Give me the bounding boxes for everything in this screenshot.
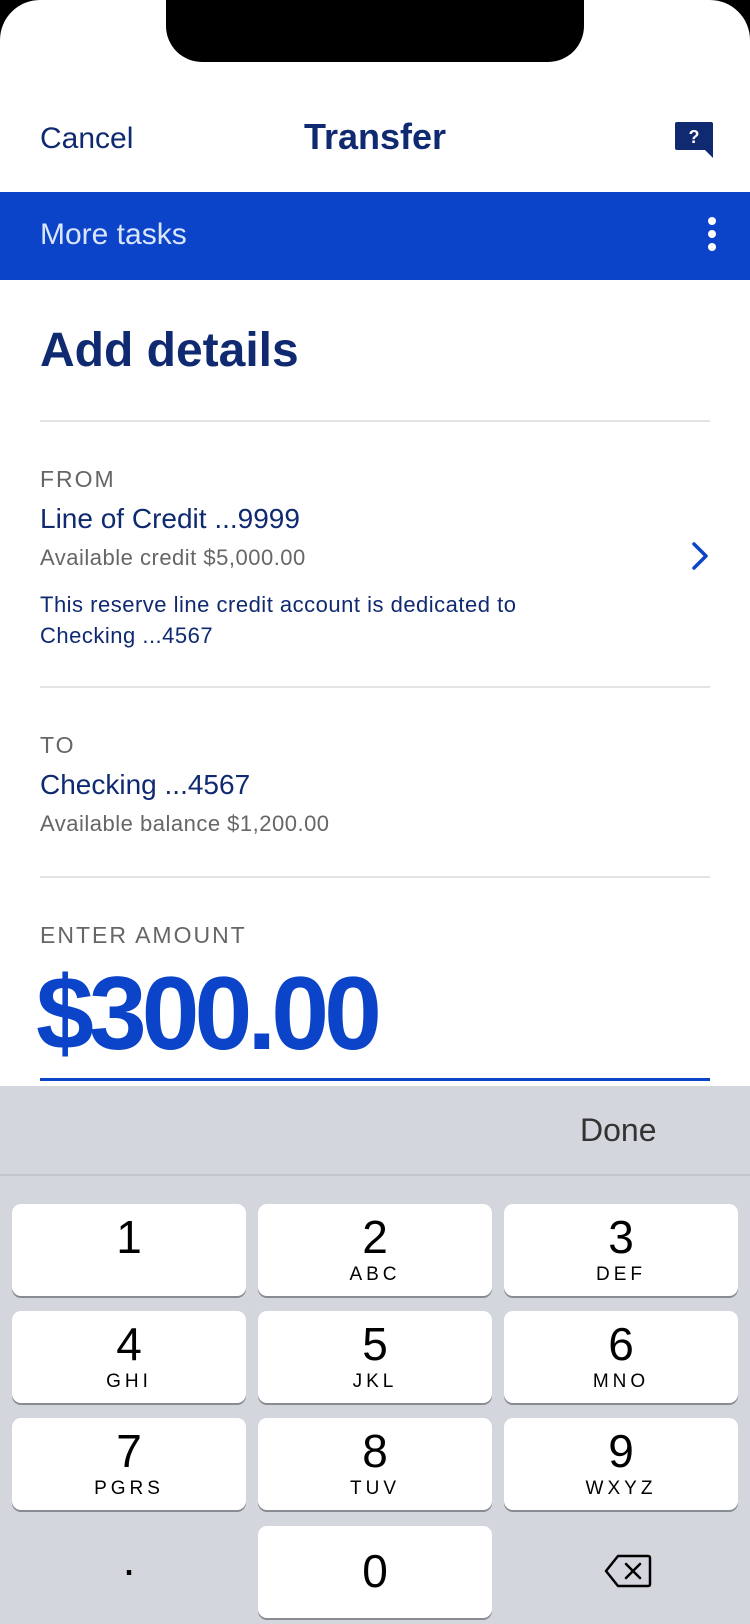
key-letters: ABC (349, 1264, 401, 1285)
page-title: Transfer (303, 116, 447, 157)
key-digit: 2 (362, 1211, 388, 1263)
key-digit: 5 (362, 1318, 388, 1370)
key-5[interactable]: 5 JKL (258, 1311, 492, 1403)
to-caption: TO (40, 732, 76, 758)
key-4[interactable]: 4 GHI (12, 1311, 246, 1403)
from-account-section[interactable]: FROM Line of Credit ...9999 Available cr… (40, 466, 710, 651)
amount-underline (40, 1078, 710, 1081)
key-letters: DEF (596, 1264, 646, 1285)
key-digit: 4 (116, 1318, 142, 1370)
amount-caption: ENTER AMOUNT (40, 922, 247, 948)
svg-text:?: ? (689, 127, 700, 147)
from-account-name: Line of Credit ...9999 (40, 503, 300, 534)
key-letters: PGRS (94, 1478, 164, 1499)
key-1[interactable]: 1 (12, 1204, 246, 1296)
to-account-section[interactable]: TO Checking ...4567 Available balance $1… (40, 732, 710, 837)
key-2[interactable]: 2 ABC (258, 1204, 492, 1296)
from-note-line: This reserve line credit account is dedi… (40, 592, 517, 617)
to-available-balance: Available balance $1,200.00 (40, 811, 330, 836)
chevron-right-icon[interactable] (690, 540, 712, 572)
device-notch (166, 0, 584, 62)
key-letters: MNO (592, 1371, 650, 1392)
backspace-icon[interactable] (604, 1553, 652, 1589)
key-digit: 6 (608, 1318, 634, 1370)
more-options-icon[interactable] (700, 212, 724, 260)
screen-corner-right (710, 0, 750, 40)
keyboard-toolbar: Done (0, 1086, 750, 1176)
key-8[interactable]: 8 TUV (258, 1418, 492, 1510)
more-tasks-label: More tasks (40, 218, 187, 251)
key-digit: 8 (362, 1425, 388, 1477)
done-button[interactable]: Done (580, 1112, 657, 1149)
key-digit: . (122, 1533, 136, 1585)
key-letters: TUV (350, 1478, 400, 1499)
section-heading: Add details (40, 324, 299, 377)
to-account-name: Checking ...4567 (40, 769, 251, 800)
key-0[interactable]: 0 (258, 1526, 492, 1618)
key-letters: GHI (106, 1371, 152, 1392)
from-available-credit: Available credit $5,000.00 (40, 545, 306, 570)
amount-section: ENTER AMOUNT (40, 922, 710, 949)
from-caption: FROM (40, 466, 116, 492)
numeric-keypad: Done 1 2 ABC 3 DEF 4 GHI 5 JKL 6 MNO 7 P… (0, 1086, 750, 1624)
key-6[interactable]: 6 MNO (504, 1311, 738, 1403)
key-digit: 0 (362, 1545, 388, 1597)
key-3[interactable]: 3 DEF (504, 1204, 738, 1296)
key-7[interactable]: 7 PGRS (12, 1418, 246, 1510)
key-digit: 1 (116, 1211, 142, 1263)
key-9[interactable]: 9 WXYZ (504, 1418, 738, 1510)
key-decimal[interactable]: . (12, 1526, 246, 1618)
navigation-bar: Cancel Transfer ? (0, 100, 750, 180)
key-digit: 3 (608, 1211, 634, 1263)
from-account-note: This reserve line credit account is dedi… (40, 589, 710, 651)
key-digit: 9 (608, 1425, 634, 1477)
key-letters: JKL (352, 1371, 398, 1392)
screen-corner-left (0, 0, 40, 40)
key-letters: WXYZ (585, 1478, 657, 1499)
help-chat-icon[interactable]: ? (675, 122, 713, 158)
amount-input[interactable]: $300.00 (36, 955, 382, 1074)
divider (40, 686, 710, 688)
divider (40, 876, 710, 878)
more-tasks-bar[interactable]: More tasks (0, 192, 750, 280)
divider (40, 420, 710, 422)
key-digit: 7 (116, 1425, 142, 1477)
from-note-line: Checking ...4567 (40, 623, 214, 648)
